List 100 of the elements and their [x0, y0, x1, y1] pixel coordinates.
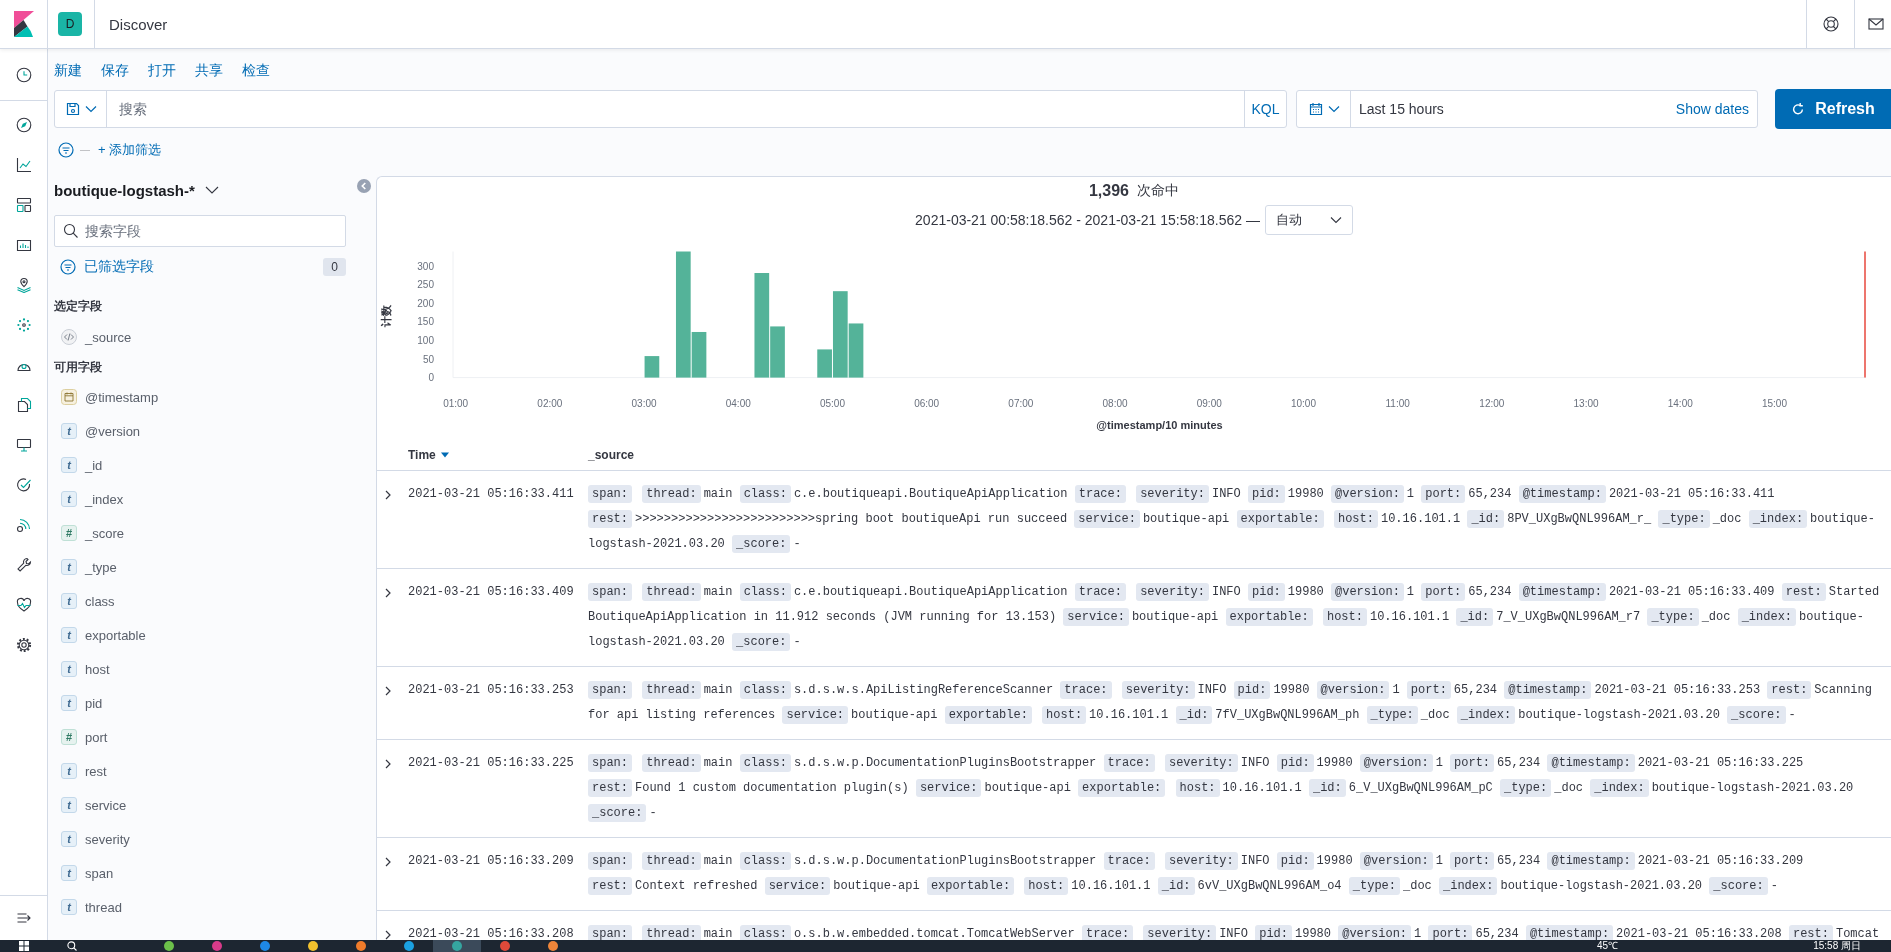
- axis-tick-label: 15:00: [1761, 398, 1787, 409]
- line-chart-icon[interactable]: [15, 157, 32, 173]
- mail-icon[interactable]: [1868, 16, 1884, 32]
- field-name[interactable]: _source: [85, 329, 132, 345]
- add-filter-link[interactable]: + 添加筛选: [98, 141, 162, 159]
- page-title: Discover: [109, 15, 168, 33]
- field-search-input[interactable]: 搜索字段: [85, 223, 337, 239]
- field-name[interactable]: _id: [85, 457, 103, 473]
- timestamp-text: 2021-03-21 05:16:33.209: [408, 853, 575, 870]
- chevron-icon[interactable]: [383, 929, 393, 940]
- filter-icon[interactable]: [58, 142, 74, 158]
- chevron-down-icon: [204, 186, 219, 194]
- settings-icon[interactable]: [15, 637, 32, 653]
- wrench-icon[interactable]: [15, 557, 32, 573]
- clock-icon[interactable]: [15, 66, 32, 83]
- field-search-box[interactable]: 搜索字段: [54, 215, 346, 247]
- chevron-icon[interactable]: [383, 489, 393, 500]
- clock-text[interactable]: 15:58 周日: [1813, 940, 1861, 952]
- chevron-icon[interactable]: [383, 685, 393, 696]
- axis-tick-label: 0: [428, 372, 434, 384]
- filtered-fields-toggle[interactable]: 已筛选字段: [54, 258, 154, 276]
- axis-tick-label: 14:00: [1667, 398, 1693, 409]
- axis-tick-label: 50: [422, 353, 434, 365]
- search-icon[interactable]: [67, 941, 77, 951]
- menu-link[interactable]: 打开: [148, 62, 176, 80]
- field-type-token: t: [61, 695, 77, 711]
- interval-select[interactable]: 自动: [1264, 205, 1353, 235]
- timestamp-text: 2021-03-21 05:16:33.253: [408, 682, 575, 699]
- axis-tick-label: 150: [417, 316, 434, 328]
- date-range-value[interactable]: Last 15 hours: [1359, 101, 1444, 117]
- dotted-circle-icon[interactable]: [15, 317, 32, 333]
- document-source-text: span: thread: main class: c.e.boutiqueapi.BoutiqueApiApplication trace: severity: INFO pid: 19980 @version: 1 port: 65,234 @timestamp: 2021-03-21 05:16:33.409 rest: Started BoutiqueApiApplication in 11.912 seconds (JVM running for 13.153) service: boutique-api exportable: host: 10.16.101.1 _id: 7_V_UXgBwQNL996AM_r7 _type: _doc _index: boutique-logstash-2021.03.20 _score: -: [588, 582, 1881, 653]
- timestamp-text: 2021-03-21 05:16:33.411: [408, 486, 575, 503]
- logo-icon[interactable]: [13, 11, 34, 37]
- field-type-token: t: [61, 457, 77, 473]
- axis-tick-label: 08:00: [1102, 398, 1128, 409]
- query-bar[interactable]: 搜索 KQL: [54, 90, 1287, 128]
- sort-caret-icon: [439, 450, 450, 460]
- hit-count: 1,396: [1088, 182, 1129, 200]
- filter-icon: [60, 259, 76, 275]
- column-header[interactable]: Time: [408, 448, 450, 462]
- heartbeat-icon[interactable]: [15, 597, 32, 613]
- field-name[interactable]: rest: [85, 763, 107, 779]
- section-heading: 选定字段: [54, 298, 103, 315]
- lifebuoy-icon[interactable]: [1822, 16, 1839, 32]
- refresh-button[interactable]: Refresh: [1775, 89, 1891, 129]
- field-type-token: #: [61, 525, 77, 541]
- chevron-icon[interactable]: [383, 758, 393, 769]
- caret-icon: [1327, 105, 1340, 113]
- monitor-icon[interactable]: [15, 437, 32, 453]
- save-icon: [64, 101, 81, 117]
- map-pin-icon[interactable]: [15, 277, 32, 293]
- language-button[interactable]: KQL: [1244, 91, 1286, 127]
- signal-icon[interactable]: [15, 517, 32, 533]
- field-name[interactable]: _type: [85, 559, 117, 575]
- field-type-token: #: [61, 729, 77, 745]
- field-name[interactable]: exportable: [85, 627, 146, 643]
- axis-tick-label: 300: [417, 260, 434, 272]
- collapse-sidebar-icon[interactable]: [357, 179, 371, 193]
- axis-tick-label: 01:00: [443, 398, 469, 409]
- document-source-text: span: thread: main class: s.d.s.w.p.DocumentationPluginsBootstrapper trace: severity: INFO pid: 19980 @version: 1 port: 65,234 @timestamp: 2021-03-21 05:16:33.209 rest: Context refreshed service: boutique-api exportable: host: 10.16.101.1 _id: 6vV_UXgBwQNL996AM_o4 _type: _doc _index: boutique-logstash-2021.03.20 _score: -: [588, 849, 1887, 899]
- axis-tick-label: 100: [417, 335, 434, 346]
- field-name[interactable]: severity: [85, 831, 130, 847]
- field-name[interactable]: host: [85, 661, 110, 677]
- code-icon: [61, 329, 77, 345]
- document-source-text: span: thread: main class: s.d.s.w.p.DocumentationPluginsBootstrapper trace: severity: INFO pid: 19980 @version: 1 port: 65,234 @timestamp: 2021-03-21 05:16:33.225 rest: Found 1 custom documentation plugin(s) service: boutique-api exportable: host: 10.16.101.1 _id: 6_V_UXgBwQNL996AM_pC _type: _doc _index: boutique-logstash-2021.03.20 _score: -: [588, 751, 1887, 826]
- field-name[interactable]: class: [85, 593, 115, 609]
- menu-link[interactable]: 保存: [101, 62, 129, 80]
- chevron-icon[interactable]: [383, 856, 393, 867]
- field-name[interactable]: span: [85, 865, 114, 881]
- timestamp-text: 2021-03-21 05:16:33.409: [408, 584, 575, 601]
- framed-chart-icon[interactable]: [15, 237, 32, 253]
- field-name[interactable]: _score: [85, 525, 125, 541]
- compass-icon[interactable]: [15, 117, 32, 133]
- field-name[interactable]: port: [85, 729, 108, 745]
- field-name[interactable]: _index: [85, 491, 124, 507]
- pages-icon[interactable]: [15, 397, 32, 413]
- field-name[interactable]: @version: [85, 423, 141, 439]
- axis-title: @timestamp/10 minutes: [1096, 419, 1223, 431]
- dashboard-icon[interactable]: [15, 197, 32, 213]
- index-pattern-selector[interactable]: boutique-logstash-*: [54, 178, 219, 202]
- field-name[interactable]: thread: [85, 899, 122, 915]
- menu-link[interactable]: 检查: [242, 62, 270, 80]
- field-name[interactable]: @timestamp: [85, 389, 159, 405]
- field-type-token: t: [61, 797, 77, 813]
- space-avatar[interactable]: D: [58, 12, 82, 36]
- check-circle-icon[interactable]: [15, 477, 32, 493]
- column-header[interactable]: _source: [588, 448, 635, 462]
- four-squares-icon[interactable]: [19, 941, 29, 951]
- section-heading: 可用字段: [54, 359, 103, 376]
- show-dates-link[interactable]: Show dates: [1675, 101, 1749, 117]
- field-name[interactable]: pid: [85, 695, 103, 711]
- menu-link[interactable]: 共享: [195, 62, 223, 80]
- caret-icon: [1329, 216, 1342, 224]
- chevron-icon[interactable]: [383, 587, 393, 598]
- field-type-token: t: [61, 423, 77, 439]
- field-name[interactable]: service: [85, 797, 127, 813]
- field-type-token: t: [61, 899, 77, 915]
- dock-menu-icon[interactable]: [15, 910, 32, 926]
- menu-link[interactable]: 新建: [54, 62, 82, 80]
